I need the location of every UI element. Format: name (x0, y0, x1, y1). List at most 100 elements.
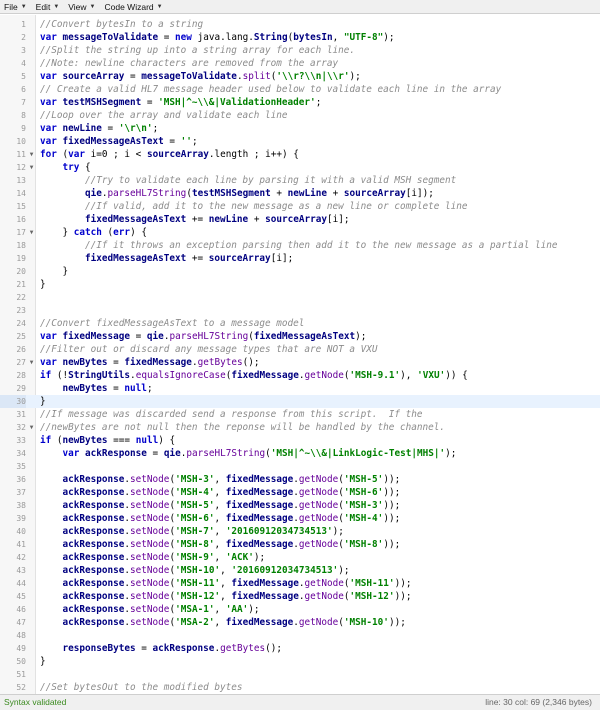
menu-edit[interactable]: Edit ▼ (36, 2, 60, 12)
code-line[interactable]: 42 ackResponse.setNode('MSH-9', 'ACK'); (0, 551, 600, 564)
code-line[interactable]: 17 ▼ } catch (err) { (0, 226, 600, 239)
code-line[interactable]: 14 qie.parseHL7String(testMSHSegment + n… (0, 187, 600, 200)
fold-toggle-icon[interactable]: ▼ (28, 148, 35, 161)
keyword-token: var (40, 97, 63, 108)
code-line[interactable]: 24 //Convert fixedMessageAsText to a mess… (0, 317, 600, 330)
code-line[interactable]: 30} (0, 395, 600, 408)
code-line[interactable]: 4 //Note: newline characters are removed … (0, 57, 600, 70)
keyword-token: try (62, 162, 80, 173)
code-token: ); (383, 32, 395, 43)
code-line[interactable]: 6 // Create a valid HL7 message header us… (0, 83, 600, 96)
line-number: 43 (16, 566, 26, 575)
code-line[interactable]: 32 ▼ //newBytes are not null then the repo… (0, 421, 600, 434)
code-token: = (107, 383, 125, 394)
identifier-token: fixedMessage (225, 513, 294, 524)
identifier-token: ackResponse (62, 474, 125, 485)
code-line[interactable]: 28 if (!StringUtils.equalsIgnoreCase(fixe… (0, 369, 600, 382)
code-line-text: fixedMessageAsText += newLine + sourceAr… (40, 213, 349, 226)
code-line[interactable]: 26 //Filter out or discard any message ty… (0, 343, 600, 356)
code-line[interactable]: 1 //Convert bytesIn to a string (0, 18, 600, 31)
code-line[interactable]: 18 //If it throws an exception parsing t… (0, 239, 600, 252)
code-line[interactable]: 13 //Try to validate each line by parsin… (0, 174, 600, 187)
fold-toggle-icon[interactable]: ▼ (28, 161, 35, 174)
line-number: 52 (16, 683, 26, 692)
code-line[interactable]: 48 (0, 629, 600, 642)
identifier-token: ackResponse (152, 643, 215, 654)
string-token: 'MSH|^~\\&|LinkLogic-Test|MHS|' (270, 448, 446, 459)
method-token: parseHL7String (107, 188, 187, 199)
code-token: )); (394, 578, 412, 589)
code-line[interactable]: 21} (0, 278, 600, 291)
code-line[interactable]: 19 fixedMessageAsText += sourceArray[i]; (0, 252, 600, 265)
menu-view[interactable]: View ▼ (68, 2, 95, 12)
code-line[interactable]: 39 ackResponse.setNode('MSH-6', fixedMes… (0, 512, 600, 525)
method-token: getNode (298, 500, 339, 511)
code-line[interactable]: 15 //If valid, add it to the new message… (0, 200, 600, 213)
code-line-text: } (40, 278, 46, 291)
identifier-token: fixedMessage (225, 487, 294, 498)
code-line[interactable]: 36 ackResponse.setNode('MSH-3', fixedMes… (0, 473, 600, 486)
string-token: 'MSH-12' (349, 591, 395, 602)
code-line[interactable]: 43 ackResponse.setNode('MSH-10', '201609… (0, 564, 600, 577)
code-line[interactable]: 27 ▼ var newBytes = fixedMessage.getBytes(… (0, 356, 600, 369)
code-line[interactable]: 33 if (newBytes === null) { (0, 434, 600, 447)
code-line[interactable]: 12 ▼ try { (0, 161, 600, 174)
code-line[interactable]: 52 //Set bytesOut to the modified bytes (0, 681, 600, 694)
code-line[interactable]: 7 var testMSHSegment = 'MSH|^~\\&|Validat… (0, 96, 600, 109)
code-line[interactable]: 34 var ackResponse = qie.parseHL7String(… (0, 447, 600, 460)
code-token: ( (101, 227, 114, 238)
code-line[interactable]: 37 ackResponse.setNode('MSH-4', fixedMes… (0, 486, 600, 499)
code-line[interactable]: 22 (0, 291, 600, 304)
code-line[interactable]: 2 var messageToValidate = new java.lang.S… (0, 31, 600, 44)
code-line[interactable]: 38 ackResponse.setNode('MSH-5', fixedMes… (0, 499, 600, 512)
code-line[interactable]: 8 //Loop over the array and validate each… (0, 109, 600, 122)
menu-file[interactable]: File ▼ (4, 2, 27, 12)
code-line[interactable]: 41 ackResponse.setNode('MSH-8', fixedMes… (0, 538, 600, 551)
code-line[interactable]: 45 ackResponse.setNode('MSH-12', fixedMe… (0, 590, 600, 603)
string-token: 'MSH-6' (343, 487, 384, 498)
code-line[interactable]: 3 //Split the string up into a string arr… (0, 44, 600, 57)
code-line[interactable]: 23 (0, 304, 600, 317)
code-line[interactable]: 25 var fixedMessage = qie.parseHL7String(… (0, 330, 600, 343)
code-line[interactable]: 11 ▼ for (var i=0 ; i < sourceArray.length… (0, 148, 600, 161)
fold-toggle-icon[interactable]: ▼ (28, 421, 35, 434)
keyword-token: var (40, 71, 63, 82)
keyword-token: var (62, 448, 86, 459)
code-editor[interactable]: 1 //Convert bytesIn to a string 2 var messa… (0, 15, 600, 694)
method-token: setNode (130, 617, 170, 628)
code-token: + (248, 214, 266, 225)
code-line[interactable]: 16 fixedMessageAsText += newLine + sourc… (0, 213, 600, 226)
code-line[interactable]: 49 responseBytes = ackResponse.getBytes(… (0, 642, 600, 655)
code-line[interactable]: 51 (0, 668, 600, 681)
method-token: setNode (130, 591, 170, 602)
code-line[interactable]: 50} (0, 655, 600, 668)
code-line[interactable]: 35 (0, 460, 600, 473)
code-line[interactable]: 47 ackResponse.setNode('MSA-2', fixedMes… (0, 616, 600, 629)
line-number: 27 (16, 358, 26, 367)
code-line[interactable]: 46 ackResponse.setNode('MSA-1', 'AA'); (0, 603, 600, 616)
code-token: )); (383, 513, 401, 524)
code-line[interactable]: 40 ackResponse.setNode('MSH-7', '2016091… (0, 525, 600, 538)
string-token: 'MSH-5' (343, 474, 384, 485)
code-line[interactable]: 44 ackResponse.setNode('MSH-11', fixedMe… (0, 577, 600, 590)
line-number: 15 (16, 202, 26, 211)
line-number: 2 (21, 33, 26, 42)
fold-toggle-icon[interactable]: ▼ (28, 226, 35, 239)
keyword-token: for (40, 149, 63, 160)
fold-toggle-icon[interactable]: ▼ (28, 356, 35, 369)
code-line[interactable]: 20 } (0, 265, 600, 278)
code-token: , (214, 617, 226, 628)
code-line[interactable]: 29 newBytes = null; (0, 382, 600, 395)
comment-token: //If valid, add it to the new message as… (85, 201, 468, 212)
code-line[interactable]: 31 //If message was discarded send a resp… (0, 408, 600, 421)
menu-code-wizard[interactable]: Code Wizard ▼ (105, 2, 163, 12)
code-line[interactable]: 5 var sourceArray = messageToValidate.spl… (0, 70, 600, 83)
line-number: 1 (21, 20, 26, 29)
code-line[interactable]: 10 var fixedMessageAsText = ''; (0, 135, 600, 148)
code-line-text: for (var i=0 ; i < sourceArray.length ; … (40, 148, 299, 161)
code-line[interactable]: 9 var newLine = '\r\n'; (0, 122, 600, 135)
line-number: 32 (16, 423, 26, 432)
